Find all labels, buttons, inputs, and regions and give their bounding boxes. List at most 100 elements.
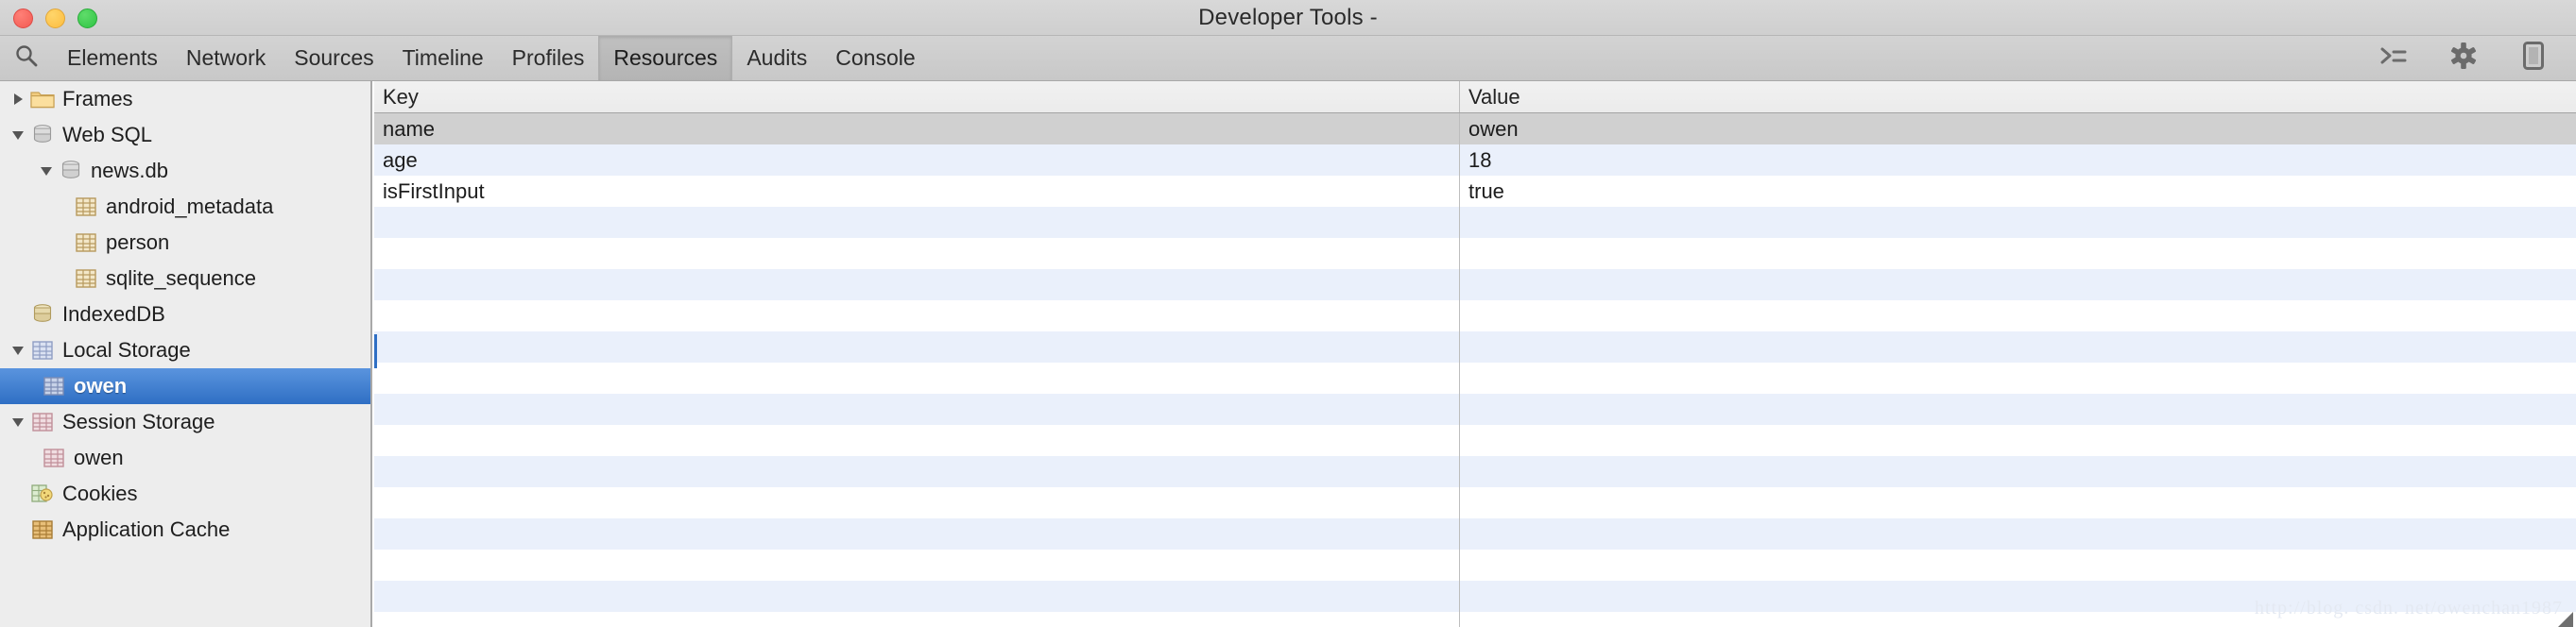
cell-value[interactable]: [1460, 394, 2576, 425]
cell-key[interactable]: [374, 487, 1460, 518]
cell-key[interactable]: [374, 238, 1460, 269]
cell-key[interactable]: [374, 363, 1460, 394]
table-row[interactable]: [374, 550, 2576, 581]
table-row[interactable]: [374, 518, 2576, 550]
table-blue-icon: [42, 375, 66, 398]
cell-value[interactable]: [1460, 550, 2576, 581]
sidebar-item-person[interactable]: person: [0, 225, 370, 261]
table-tan-icon: [74, 231, 98, 254]
sidebar-item-label: Cookies: [62, 482, 138, 505]
tab-timeline[interactable]: Timeline: [388, 36, 498, 80]
cell-key[interactable]: [374, 394, 1460, 425]
table-row[interactable]: [374, 207, 2576, 238]
cell-key[interactable]: age: [374, 144, 1460, 176]
sidebar-item-label: Frames: [62, 87, 133, 110]
sidebar-item-web-sql[interactable]: Web SQL: [0, 117, 370, 153]
cell-value[interactable]: [1460, 456, 2576, 487]
cell-key[interactable]: [374, 331, 1460, 363]
cell-value[interactable]: [1460, 425, 2576, 456]
cell-value[interactable]: [1460, 331, 2576, 363]
sidebar-item-label: Session Storage: [62, 410, 215, 433]
table-row[interactable]: name owen: [374, 113, 2576, 144]
database-icon: [30, 303, 55, 326]
resize-handle[interactable]: [2558, 612, 2573, 627]
cell-key[interactable]: [374, 207, 1460, 238]
cell-value[interactable]: true: [1460, 176, 2576, 207]
cell-key[interactable]: [374, 518, 1460, 550]
sidebar-item-label: Local Storage: [62, 338, 191, 362]
cell-value[interactable]: [1460, 269, 2576, 300]
sidebar-item-local-storage-owen[interactable]: owen: [0, 368, 370, 404]
cell-value[interactable]: [1460, 518, 2576, 550]
tab-label: Sources: [294, 45, 374, 70]
cell-key[interactable]: [374, 269, 1460, 300]
storage-data-grid[interactable]: Key Value name owen age 18 isFirstInput …: [374, 81, 2576, 627]
table-row[interactable]: [374, 456, 2576, 487]
sidebar-item-application-cache[interactable]: Application Cache: [0, 512, 370, 548]
cell-value[interactable]: [1460, 487, 2576, 518]
sidebar-item-indexeddb[interactable]: IndexedDB: [0, 297, 370, 332]
tab-console[interactable]: Console: [821, 36, 929, 80]
chevron-down-icon[interactable]: [6, 130, 30, 140]
sidebar-item-session-storage-owen[interactable]: owen: [0, 440, 370, 476]
cell-key[interactable]: [374, 550, 1460, 581]
table-row[interactable]: [374, 238, 2576, 269]
table-row[interactable]: age 18: [374, 144, 2576, 176]
table-row[interactable]: [374, 269, 2576, 300]
tab-label: Audits: [747, 45, 808, 70]
cell-key[interactable]: isFirstInput: [374, 176, 1460, 207]
tab-audits[interactable]: Audits: [732, 36, 821, 80]
cell-value[interactable]: 18: [1460, 144, 2576, 176]
tab-sources[interactable]: Sources: [280, 36, 387, 80]
sidebar-item-session-storage[interactable]: Session Storage: [0, 404, 370, 440]
cell-key[interactable]: name: [374, 113, 1460, 144]
cell-value[interactable]: [1460, 363, 2576, 394]
sidebar-item-news-db[interactable]: news.db: [0, 153, 370, 189]
resources-tree[interactable]: Frames Web SQL news.db android_metadata …: [0, 81, 372, 627]
cell-key[interactable]: [374, 300, 1460, 331]
sidebar-item-sqlite-sequence[interactable]: sqlite_sequence: [0, 261, 370, 297]
cell-value[interactable]: [1460, 300, 2576, 331]
table-row[interactable]: isFirstInput true: [374, 176, 2576, 207]
cell-value[interactable]: [1460, 207, 2576, 238]
cell-value[interactable]: [1460, 238, 2576, 269]
tab-label: Console: [835, 45, 916, 70]
chevron-down-icon[interactable]: [34, 166, 59, 176]
search-icon: [14, 43, 39, 73]
sidebar-item-label: android_metadata: [106, 195, 274, 218]
column-header-value[interactable]: Value: [1460, 81, 2576, 112]
settings-button[interactable]: [2446, 41, 2482, 76]
search-button[interactable]: [0, 36, 53, 80]
tab-profiles[interactable]: Profiles: [498, 36, 599, 80]
sidebar-item-label: Web SQL: [62, 123, 152, 146]
sidebar-item-cookies[interactable]: Cookies: [0, 476, 370, 512]
console-drawer-button[interactable]: [2376, 41, 2412, 76]
chevron-down-icon[interactable]: [6, 417, 30, 427]
table-row[interactable]: [374, 363, 2576, 394]
tab-elements[interactable]: Elements: [53, 36, 172, 80]
table-row[interactable]: [374, 300, 2576, 331]
table-row[interactable]: [374, 581, 2576, 612]
cell-key[interactable]: [374, 612, 1460, 627]
gear-icon: [2449, 42, 2478, 75]
cell-key[interactable]: [374, 581, 1460, 612]
table-row[interactable]: [374, 425, 2576, 456]
tab-resources[interactable]: Resources: [598, 36, 733, 80]
console-drawer-icon: [2379, 44, 2408, 72]
dock-side-button[interactable]: [2516, 41, 2551, 76]
cell-key[interactable]: [374, 425, 1460, 456]
sidebar-item-local-storage[interactable]: Local Storage: [0, 332, 370, 368]
chevron-right-icon[interactable]: [6, 93, 30, 105]
table-row[interactable]: [374, 487, 2576, 518]
table-row[interactable]: [374, 612, 2576, 627]
table-row[interactable]: [374, 331, 2576, 363]
sidebar-item-android-metadata[interactable]: android_metadata: [0, 189, 370, 225]
sidebar-item-frames[interactable]: Frames: [0, 81, 370, 117]
cell-key[interactable]: [374, 456, 1460, 487]
column-header-key[interactable]: Key: [374, 81, 1460, 112]
table-row[interactable]: [374, 394, 2576, 425]
chevron-down-icon[interactable]: [6, 346, 30, 355]
database-icon: [30, 124, 55, 146]
cell-value[interactable]: owen: [1460, 113, 2576, 144]
tab-network[interactable]: Network: [172, 36, 280, 80]
